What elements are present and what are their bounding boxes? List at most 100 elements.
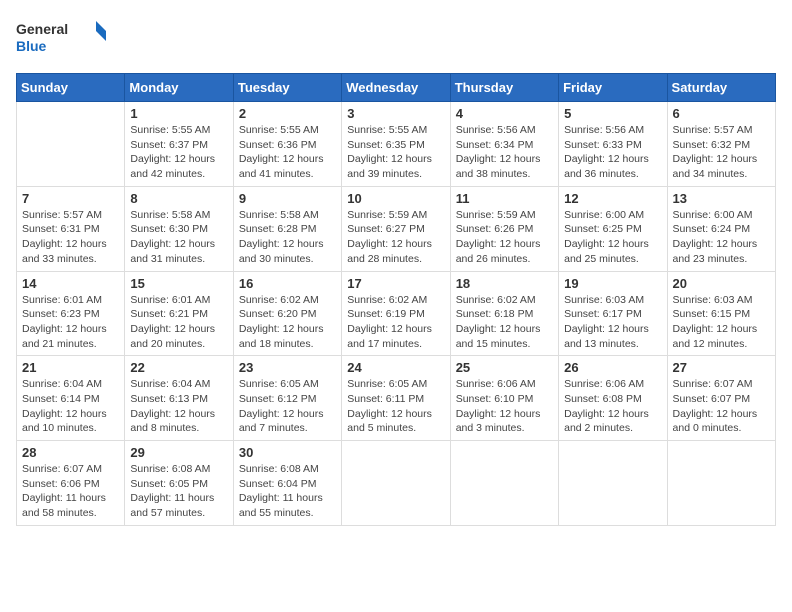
calendar-cell: 13Sunrise: 6:00 AMSunset: 6:24 PMDayligh…: [667, 186, 775, 271]
calendar-cell: 3 Sunrise: 5:55 AMSunset: 6:35 PMDaylight…: [342, 102, 450, 187]
calendar-cell: 30 Sunrise: 6:08 AMSunset: 6:04 PMDayligh…: [233, 441, 341, 526]
calendar-cell: 28 Sunrise: 6:07 AMSunset: 6:06 PMDayligh…: [17, 441, 125, 526]
day-number: 19: [564, 276, 661, 291]
calendar-cell: 19 Sunrise: 6:03 AMSunset: 6:17 PMDayligh…: [559, 271, 667, 356]
calendar-cell: 6 Sunrise: 5:57 AMSunset: 6:32 PMDaylight…: [667, 102, 775, 187]
calendar-cell: 21Sunrise: 6:04 AMSunset: 6:14 PMDayligh…: [17, 356, 125, 441]
calendar-cell: 1Sunrise: 5:55 AMSunset: 6:37 PMDaylight…: [125, 102, 233, 187]
day-number: 11: [456, 191, 553, 206]
day-info: Sunrise: 6:08 AMSunset: 6:05 PMDaylight:…: [130, 462, 227, 521]
day-header-wednesday: Wednesday: [342, 74, 450, 102]
day-info: Sunrise: 6:04 AMSunset: 6:13 PMDaylight:…: [130, 377, 227, 436]
day-number: 7: [22, 191, 119, 206]
calendar-cell: 17 Sunrise: 6:02 AMSunset: 6:19 PMDayligh…: [342, 271, 450, 356]
day-info: Sunrise: 6:05 AMSunset: 6:11 PMDaylight:…: [347, 377, 444, 436]
calendar-cell: 24 Sunrise: 6:05 AMSunset: 6:11 PMDayligh…: [342, 356, 450, 441]
day-info: Sunrise: 6:03 AMSunset: 6:17 PMDaylight:…: [564, 293, 661, 352]
day-info: Sunrise: 6:05 AMSunset: 6:12 PMDaylight:…: [239, 377, 336, 436]
day-number: 6: [673, 106, 770, 121]
day-info: Sunrise: 6:02 AMSunset: 6:18 PMDaylight:…: [456, 293, 553, 352]
calendar-week-row: 1Sunrise: 5:55 AMSunset: 6:37 PMDaylight…: [17, 102, 776, 187]
day-info: Sunrise: 6:01 AMSunset: 6:23 PMDaylight:…: [22, 293, 119, 352]
day-number: 30: [239, 445, 336, 460]
day-info: Sunrise: 5:58 AMSunset: 6:30 PMDaylight:…: [130, 208, 227, 267]
calendar-cell: 15 Sunrise: 6:01 AMSunset: 6:21 PMDayligh…: [125, 271, 233, 356]
calendar-cell: 18 Sunrise: 6:02 AMSunset: 6:18 PMDayligh…: [450, 271, 558, 356]
calendar-cell: 12Sunrise: 6:00 AMSunset: 6:25 PMDayligh…: [559, 186, 667, 271]
svg-text:General: General: [16, 21, 68, 37]
day-info: Sunrise: 5:55 AMSunset: 6:36 PMDaylight:…: [239, 123, 336, 182]
day-number: 9: [239, 191, 336, 206]
day-header-sunday: Sunday: [17, 74, 125, 102]
calendar-cell: 14 Sunrise: 6:01 AMSunset: 6:23 PMDayligh…: [17, 271, 125, 356]
day-info: Sunrise: 5:56 AMSunset: 6:34 PMDaylight:…: [456, 123, 553, 182]
day-number: 22: [130, 360, 227, 375]
day-info: Sunrise: 5:59 AMSunset: 6:27 PMDaylight:…: [347, 208, 444, 267]
day-info: Sunrise: 5:56 AMSunset: 6:33 PMDaylight:…: [564, 123, 661, 182]
day-info: Sunrise: 6:00 AMSunset: 6:24 PMDaylight:…: [673, 208, 770, 267]
calendar-cell: 10 Sunrise: 5:59 AMSunset: 6:27 PMDayligh…: [342, 186, 450, 271]
calendar-cell: [559, 441, 667, 526]
calendar-week-row: 14 Sunrise: 6:01 AMSunset: 6:23 PMDayligh…: [17, 271, 776, 356]
day-info: Sunrise: 6:02 AMSunset: 6:20 PMDaylight:…: [239, 293, 336, 352]
calendar-cell: 20 Sunrise: 6:03 AMSunset: 6:15 PMDayligh…: [667, 271, 775, 356]
day-number: 18: [456, 276, 553, 291]
day-number: 14: [22, 276, 119, 291]
calendar-week-row: 7Sunrise: 5:57 AMSunset: 6:31 PMDaylight…: [17, 186, 776, 271]
logo-svg: General Blue: [16, 16, 106, 61]
day-info: Sunrise: 6:01 AMSunset: 6:21 PMDaylight:…: [130, 293, 227, 352]
calendar-cell: 7Sunrise: 5:57 AMSunset: 6:31 PMDaylight…: [17, 186, 125, 271]
day-header-thursday: Thursday: [450, 74, 558, 102]
day-number: 16: [239, 276, 336, 291]
day-number: 5: [564, 106, 661, 121]
day-info: Sunrise: 5:58 AMSunset: 6:28 PMDaylight:…: [239, 208, 336, 267]
day-info: Sunrise: 5:55 AMSunset: 6:35 PMDaylight:…: [347, 123, 444, 182]
day-number: 10: [347, 191, 444, 206]
day-info: Sunrise: 5:57 AMSunset: 6:32 PMDaylight:…: [673, 123, 770, 182]
day-header-monday: Monday: [125, 74, 233, 102]
calendar-week-row: 21Sunrise: 6:04 AMSunset: 6:14 PMDayligh…: [17, 356, 776, 441]
day-number: 25: [456, 360, 553, 375]
day-number: 28: [22, 445, 119, 460]
calendar-cell: [450, 441, 558, 526]
calendar-cell: 22 Sunrise: 6:04 AMSunset: 6:13 PMDayligh…: [125, 356, 233, 441]
day-number: 24: [347, 360, 444, 375]
calendar-week-row: 28 Sunrise: 6:07 AMSunset: 6:06 PMDayligh…: [17, 441, 776, 526]
svg-text:Blue: Blue: [16, 38, 47, 54]
header: General Blue: [16, 16, 776, 61]
calendar-cell: 29Sunrise: 6:08 AMSunset: 6:05 PMDayligh…: [125, 441, 233, 526]
day-number: 20: [673, 276, 770, 291]
calendar-cell: 25 Sunrise: 6:06 AMSunset: 6:10 PMDayligh…: [450, 356, 558, 441]
day-number: 15: [130, 276, 227, 291]
day-number: 17: [347, 276, 444, 291]
day-info: Sunrise: 6:07 AMSunset: 6:07 PMDaylight:…: [673, 377, 770, 436]
calendar-table: SundayMondayTuesdayWednesdayThursdayFrid…: [16, 73, 776, 526]
day-info: Sunrise: 6:08 AMSunset: 6:04 PMDaylight:…: [239, 462, 336, 521]
day-number: 12: [564, 191, 661, 206]
day-number: 23: [239, 360, 336, 375]
day-header-friday: Friday: [559, 74, 667, 102]
calendar-cell: 16 Sunrise: 6:02 AMSunset: 6:20 PMDayligh…: [233, 271, 341, 356]
calendar-cell: 9 Sunrise: 5:58 AMSunset: 6:28 PMDaylight…: [233, 186, 341, 271]
day-number: 2: [239, 106, 336, 121]
day-info: Sunrise: 6:04 AMSunset: 6:14 PMDaylight:…: [22, 377, 119, 436]
calendar-cell: 26Sunrise: 6:06 AMSunset: 6:08 PMDayligh…: [559, 356, 667, 441]
day-info: Sunrise: 5:59 AMSunset: 6:26 PMDaylight:…: [456, 208, 553, 267]
day-header-tuesday: Tuesday: [233, 74, 341, 102]
day-number: 8: [130, 191, 227, 206]
day-number: 4: [456, 106, 553, 121]
calendar-cell: 2 Sunrise: 5:55 AMSunset: 6:36 PMDaylight…: [233, 102, 341, 187]
day-info: Sunrise: 6:06 AMSunset: 6:10 PMDaylight:…: [456, 377, 553, 436]
calendar-cell: 4 Sunrise: 5:56 AMSunset: 6:34 PMDaylight…: [450, 102, 558, 187]
day-info: Sunrise: 6:02 AMSunset: 6:19 PMDaylight:…: [347, 293, 444, 352]
day-number: 3: [347, 106, 444, 121]
day-number: 26: [564, 360, 661, 375]
calendar-cell: 23 Sunrise: 6:05 AMSunset: 6:12 PMDayligh…: [233, 356, 341, 441]
day-number: 27: [673, 360, 770, 375]
day-info: Sunrise: 5:55 AMSunset: 6:37 PMDaylight:…: [130, 123, 227, 182]
day-info: Sunrise: 6:07 AMSunset: 6:06 PMDaylight:…: [22, 462, 119, 521]
calendar-cell: [17, 102, 125, 187]
day-header-saturday: Saturday: [667, 74, 775, 102]
day-info: Sunrise: 6:03 AMSunset: 6:15 PMDaylight:…: [673, 293, 770, 352]
logo: General Blue: [16, 16, 106, 61]
